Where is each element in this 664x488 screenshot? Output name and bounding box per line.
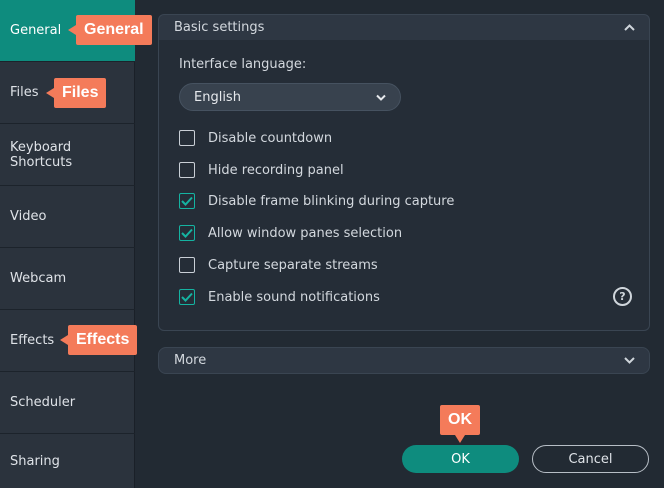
settings-sidebar: General Files Keyboard Shortcuts Video W… <box>0 0 135 488</box>
sidebar-item-keyboard-shortcuts[interactable]: Keyboard Shortcuts <box>0 124 135 186</box>
sidebar-item-label: Scheduler <box>10 395 76 410</box>
option-allow-window-panes-selection[interactable]: Allow window panes selection <box>179 223 402 243</box>
basic-settings-panel: Interface language: English Disable coun… <box>158 40 650 331</box>
sidebar-item-sharing[interactable]: Sharing <box>0 434 135 488</box>
sidebar-item-label: Sharing <box>10 453 60 469</box>
checkbox[interactable] <box>179 289 195 305</box>
callout-ok: OK <box>440 405 480 443</box>
help-circle-icon[interactable]: ? <box>613 287 632 306</box>
option-capture-separate-streams[interactable]: Capture separate streams <box>179 255 378 275</box>
callout-files: Files <box>45 78 107 108</box>
checkbox[interactable] <box>179 257 195 273</box>
option-disable-frame-blinking[interactable]: Disable frame blinking during capture <box>179 191 454 211</box>
sidebar-item-webcam[interactable]: Webcam <box>0 248 135 310</box>
option-label: Allow window panes selection <box>208 225 403 241</box>
option-hide-recording-panel[interactable]: Hide recording panel <box>179 160 344 180</box>
option-label: Enable sound notifications <box>208 289 380 305</box>
option-label: Capture separate streams <box>208 257 378 273</box>
sidebar-item-video[interactable]: Video <box>0 186 135 248</box>
language-select[interactable]: English <box>179 83 401 111</box>
option-label: Hide recording panel <box>208 162 344 178</box>
more-section-title: More <box>174 353 207 368</box>
sidebar-item-label: Effects <box>10 333 55 348</box>
interface-language-label: Interface language: <box>179 57 307 72</box>
checkbox[interactable] <box>179 225 195 241</box>
cancel-button[interactable]: Cancel <box>532 445 649 473</box>
callout-general: General <box>68 15 152 45</box>
option-label: Disable countdown <box>208 130 333 146</box>
chevron-up-icon <box>624 21 635 34</box>
ok-button[interactable]: OK <box>402 445 519 473</box>
language-select-value: English <box>194 89 241 105</box>
sidebar-item-label: Video <box>10 209 47 224</box>
checkmark-icon <box>181 292 193 302</box>
basic-settings-title: Basic settings <box>174 20 265 35</box>
more-section-header[interactable]: More <box>158 347 650 374</box>
sidebar-item-label: Keyboard Shortcuts <box>10 139 73 170</box>
checkbox[interactable] <box>179 162 195 178</box>
checkbox[interactable] <box>179 193 195 209</box>
option-disable-countdown[interactable]: Disable countdown <box>179 128 332 148</box>
sidebar-item-label: Webcam <box>10 271 67 286</box>
checkbox[interactable] <box>179 130 195 146</box>
checkmark-icon <box>181 196 193 206</box>
sidebar-item-label: Files <box>10 85 39 100</box>
sidebar-item-scheduler[interactable]: Scheduler <box>0 372 135 434</box>
basic-settings-header[interactable]: Basic settings <box>158 14 650 41</box>
checkmark-icon <box>181 228 193 238</box>
option-enable-sound-notifications[interactable]: Enable sound notifications <box>179 287 380 307</box>
sidebar-item-label: General <box>10 23 62 38</box>
chevron-down-icon <box>376 90 386 105</box>
chevron-down-icon <box>624 354 635 367</box>
callout-effects: Effects <box>59 325 138 355</box>
option-label: Disable frame blinking during capture <box>208 193 455 209</box>
